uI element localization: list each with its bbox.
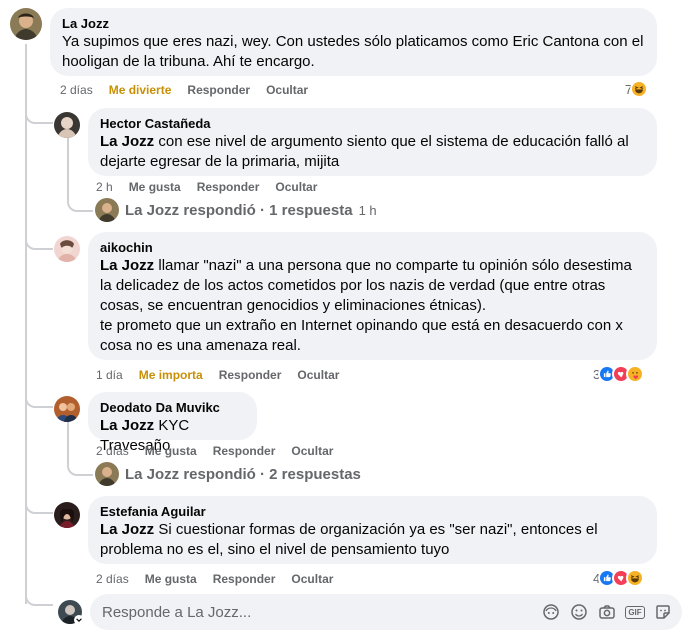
reply-composer: GIF bbox=[90, 594, 682, 630]
reaction-button[interactable]: Me importa bbox=[139, 368, 203, 382]
reaction-button[interactable]: Me divierte bbox=[109, 83, 172, 97]
replies-summary: La Jozz respondió · 2 respuestas bbox=[125, 465, 361, 483]
comment-text-body: Si cuestionar formas de organización ya … bbox=[100, 521, 598, 558]
hide-button[interactable]: Ocultar bbox=[291, 444, 333, 458]
comment-author[interactable]: Hector Castañeda bbox=[100, 116, 645, 132]
gif-icon[interactable]: GIF bbox=[625, 603, 645, 621]
reply-hook-3 bbox=[67, 458, 93, 476]
avatar bbox=[95, 462, 119, 486]
sticker-icon[interactable] bbox=[654, 603, 672, 621]
avatar[interactable] bbox=[54, 236, 80, 262]
comment-actions: 2 h Me gusta Responder Ocultar bbox=[96, 179, 333, 195]
comment-author[interactable]: La Jozz bbox=[62, 16, 645, 32]
comment-actions: 2 días Me gusta Responder Ocultar bbox=[96, 443, 349, 459]
reply-line-3 bbox=[67, 420, 69, 462]
avatar[interactable] bbox=[54, 112, 80, 138]
reply-button[interactable]: Responder bbox=[213, 572, 276, 586]
like-button[interactable]: Me gusta bbox=[145, 444, 197, 458]
comment-bubble: Estefania Aguilar La Jozz Si cuestionar … bbox=[88, 496, 657, 564]
thread-hook-composer bbox=[25, 586, 53, 606]
reply-button[interactable]: Responder bbox=[187, 83, 250, 97]
view-replies-link[interactable]: La Jozz respondió · 1 respuesta 1 h bbox=[95, 198, 377, 222]
comment-actions: 2 días Me divierte Responder Ocultar bbox=[60, 82, 324, 98]
comment-time[interactable]: 2 días bbox=[60, 83, 93, 97]
comment-text-line2: te prometo que un extraño en Internet op… bbox=[100, 317, 623, 354]
comment-time[interactable]: 2 días bbox=[96, 572, 129, 586]
thread-hook-2 bbox=[25, 230, 53, 250]
view-replies-link[interactable]: La Jozz respondió · 2 respuestas bbox=[95, 462, 361, 486]
thread-hook-4 bbox=[25, 494, 53, 514]
like-button[interactable]: Me gusta bbox=[129, 180, 181, 194]
comment-text: La Jozz con ese nivel de argumento sient… bbox=[100, 132, 645, 172]
chevron-down-icon[interactable] bbox=[74, 615, 84, 625]
care-icon bbox=[626, 365, 645, 383]
comment-author[interactable]: aikochin bbox=[100, 240, 645, 256]
reply-line-1 bbox=[67, 136, 69, 198]
comment-text-body: llamar "nazi" a una persona que no compa… bbox=[100, 257, 632, 314]
replies-summary: La Jozz respondió · 1 respuesta bbox=[125, 201, 353, 219]
comment-bubble: Hector Castañeda La Jozz con ese nivel d… bbox=[88, 108, 657, 176]
comment-text: La Jozz llamar "nazi" a una persona que … bbox=[100, 256, 645, 316]
mention-link[interactable]: La Jozz bbox=[100, 521, 154, 538]
reaction-summary[interactable]: 7 bbox=[625, 80, 649, 98]
reaction-summary[interactable]: 4 bbox=[593, 569, 645, 587]
avatar[interactable] bbox=[54, 396, 80, 422]
thread-line-main bbox=[25, 44, 27, 604]
hide-button[interactable]: Ocultar bbox=[297, 368, 339, 382]
reply-button[interactable]: Responder bbox=[197, 180, 260, 194]
gif-label: GIF bbox=[625, 605, 645, 619]
emoji-icon[interactable] bbox=[570, 603, 588, 621]
reaction-summary[interactable]: 3 bbox=[593, 365, 645, 383]
comment-actions: 2 días Me gusta Responder Ocultar bbox=[96, 571, 349, 587]
mention-link[interactable]: La Jozz bbox=[100, 257, 154, 274]
comment-author[interactable]: Deodato Da Muvikc bbox=[100, 400, 245, 416]
avatar[interactable] bbox=[10, 8, 42, 40]
comment-text: Ya supimos que eres nazi, wey. Con usted… bbox=[62, 33, 644, 70]
comment-time[interactable]: 2 días bbox=[96, 444, 129, 458]
comment-bubble: Deodato Da Muvikc La Jozz KYC Travesaño bbox=[88, 392, 257, 454]
like-button[interactable]: Me gusta bbox=[145, 572, 197, 586]
mention-link[interactable]: La Jozz bbox=[100, 417, 154, 434]
comment-text-body: con ese nivel de argumento siento que el… bbox=[100, 133, 629, 170]
avatar[interactable] bbox=[54, 502, 80, 528]
haha-icon bbox=[626, 569, 645, 587]
comment-author[interactable]: Estefania Aguilar bbox=[100, 504, 645, 520]
reply-input[interactable] bbox=[102, 603, 532, 621]
reply-button[interactable]: Responder bbox=[213, 444, 276, 458]
comment-time[interactable]: 1 día bbox=[96, 368, 123, 382]
haha-icon bbox=[630, 80, 649, 98]
reply-button[interactable]: Responder bbox=[219, 368, 282, 382]
avatar bbox=[95, 198, 119, 222]
comment-time[interactable]: 2 h bbox=[96, 180, 113, 194]
replies-time: 1 h bbox=[358, 202, 377, 218]
reply-hook-1 bbox=[67, 194, 93, 212]
mention-link[interactable]: La Jozz bbox=[100, 133, 154, 150]
thread-hook-3 bbox=[25, 388, 53, 408]
camera-icon[interactable] bbox=[598, 603, 616, 621]
hide-button[interactable]: Ocultar bbox=[291, 572, 333, 586]
avatar-sticker-icon[interactable] bbox=[542, 603, 560, 621]
comment-text: La Jozz Si cuestionar formas de organiza… bbox=[100, 520, 645, 560]
comment-bubble: La Jozz Ya supimos que eres nazi, wey. C… bbox=[50, 8, 657, 76]
comment-actions: 1 día Me importa Responder Ocultar bbox=[96, 367, 355, 383]
comment-bubble: aikochin La Jozz llamar "nazi" a una per… bbox=[88, 232, 657, 360]
hide-button[interactable]: Ocultar bbox=[275, 180, 317, 194]
hide-button[interactable]: Ocultar bbox=[266, 83, 308, 97]
thread-hook-1 bbox=[25, 104, 53, 124]
